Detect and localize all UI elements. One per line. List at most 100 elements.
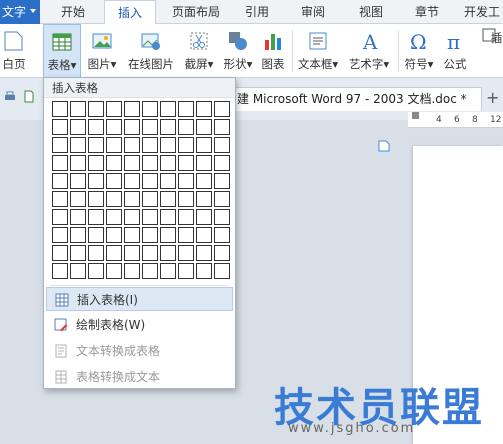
grid-cell[interactable] <box>214 155 230 171</box>
grid-cell[interactable] <box>196 101 212 117</box>
tab-references[interactable]: 引用 <box>234 0 280 24</box>
grid-cell[interactable] <box>124 155 140 171</box>
tab-view[interactable]: 视图 <box>348 0 394 24</box>
grid-cell[interactable] <box>160 263 176 279</box>
chart-button[interactable]: 图表 <box>258 24 288 78</box>
grid-cell[interactable] <box>70 101 86 117</box>
grid-cell[interactable] <box>52 101 68 117</box>
grid-cell[interactable] <box>52 155 68 171</box>
grid-cell[interactable] <box>214 227 230 243</box>
grid-cell[interactable] <box>124 137 140 153</box>
grid-cell[interactable] <box>160 245 176 261</box>
grid-cell[interactable] <box>106 119 122 135</box>
grid-cell[interactable] <box>142 137 158 153</box>
grid-cell[interactable] <box>52 227 68 243</box>
grid-cell[interactable] <box>196 191 212 207</box>
grid-cell[interactable] <box>160 155 176 171</box>
extra-insert-button[interactable]: 插 <box>474 24 503 78</box>
grid-cell[interactable] <box>196 119 212 135</box>
grid-cell[interactable] <box>88 191 104 207</box>
grid-cell[interactable] <box>142 191 158 207</box>
grid-cell[interactable] <box>142 155 158 171</box>
textbox-button[interactable]: 文本框▾ <box>294 24 342 78</box>
grid-cell[interactable] <box>88 137 104 153</box>
grid-cell[interactable] <box>214 137 230 153</box>
grid-cell[interactable] <box>178 137 194 153</box>
grid-cell[interactable] <box>52 119 68 135</box>
grid-cell[interactable] <box>160 101 176 117</box>
grid-cell[interactable] <box>106 155 122 171</box>
grid-cell[interactable] <box>160 191 176 207</box>
symbol-button[interactable]: Ω 符号▾ <box>400 24 438 78</box>
grid-cell[interactable] <box>106 173 122 189</box>
document-tab[interactable]: 建 Microsoft Word 97 - 2003 文档.doc * <box>232 87 482 111</box>
grid-cell[interactable] <box>70 245 86 261</box>
grid-cell[interactable] <box>124 173 140 189</box>
grid-cell[interactable] <box>70 155 86 171</box>
grid-cell[interactable] <box>88 119 104 135</box>
grid-cell[interactable] <box>196 155 212 171</box>
print-icon[interactable] <box>4 91 16 103</box>
grid-cell[interactable] <box>214 263 230 279</box>
grid-cell[interactable] <box>88 101 104 117</box>
grid-cell[interactable] <box>196 173 212 189</box>
tab-review[interactable]: 审阅 <box>290 0 336 24</box>
grid-cell[interactable] <box>214 191 230 207</box>
grid-cell[interactable] <box>52 209 68 225</box>
grid-cell[interactable] <box>142 101 158 117</box>
grid-cell[interactable] <box>106 137 122 153</box>
tab-home[interactable]: 开始 <box>48 0 98 24</box>
horizontal-ruler[interactable]: 4 6 8 12 <box>408 112 503 128</box>
blank-page-button[interactable]: 白页 <box>0 24 32 78</box>
tab-page-layout[interactable]: 页面布局 <box>162 0 230 24</box>
grid-cell[interactable] <box>70 191 86 207</box>
grid-cell[interactable] <box>106 263 122 279</box>
grid-cell[interactable] <box>106 101 122 117</box>
grid-cell[interactable] <box>178 227 194 243</box>
online-picture-button[interactable]: 在线图片 <box>124 24 178 78</box>
picture-button[interactable]: 图片▾ <box>83 24 121 78</box>
grid-cell[interactable] <box>142 227 158 243</box>
tab-insert[interactable]: 插入 <box>104 0 156 25</box>
grid-cell[interactable] <box>178 191 194 207</box>
grid-cell[interactable] <box>52 245 68 261</box>
grid-cell[interactable] <box>124 209 140 225</box>
grid-cell[interactable] <box>70 209 86 225</box>
insert-table-item[interactable]: 插入表格(I) <box>46 287 233 311</box>
grid-cell[interactable] <box>178 245 194 261</box>
draw-table-item[interactable]: 绘制表格(W) <box>46 313 233 337</box>
grid-cell[interactable] <box>178 101 194 117</box>
grid-cell[interactable] <box>178 155 194 171</box>
grid-cell[interactable] <box>70 137 86 153</box>
grid-cell[interactable] <box>142 119 158 135</box>
grid-cell[interactable] <box>124 119 140 135</box>
grid-cell[interactable] <box>178 119 194 135</box>
app-menu-button[interactable]: 文字 <box>0 0 40 24</box>
grid-cell[interactable] <box>196 263 212 279</box>
grid-cell[interactable] <box>196 137 212 153</box>
grid-cell[interactable] <box>52 173 68 189</box>
grid-cell[interactable] <box>52 137 68 153</box>
preview-icon[interactable] <box>24 90 34 103</box>
grid-cell[interactable] <box>88 263 104 279</box>
table-button[interactable]: 表格▾ <box>43 24 81 78</box>
text-to-table-item[interactable]: 文本转换成表格 <box>46 339 233 363</box>
shapes-button[interactable]: 形状▾ <box>220 24 256 78</box>
grid-cell[interactable] <box>124 101 140 117</box>
grid-cell[interactable] <box>106 209 122 225</box>
grid-cell[interactable] <box>52 263 68 279</box>
grid-cell[interactable] <box>196 227 212 243</box>
grid-cell[interactable] <box>142 209 158 225</box>
grid-cell[interactable] <box>142 173 158 189</box>
grid-cell[interactable] <box>70 263 86 279</box>
formula-button[interactable]: π 公式 <box>440 24 470 78</box>
grid-cell[interactable] <box>106 191 122 207</box>
grid-cell[interactable] <box>52 191 68 207</box>
grid-cell[interactable] <box>124 227 140 243</box>
grid-cell[interactable] <box>214 119 230 135</box>
tab-developer[interactable]: 开发工 <box>458 0 503 24</box>
grid-cell[interactable] <box>160 173 176 189</box>
grid-cell[interactable] <box>160 119 176 135</box>
page-layout-icon[interactable] <box>378 140 392 152</box>
grid-cell[interactable] <box>160 137 176 153</box>
